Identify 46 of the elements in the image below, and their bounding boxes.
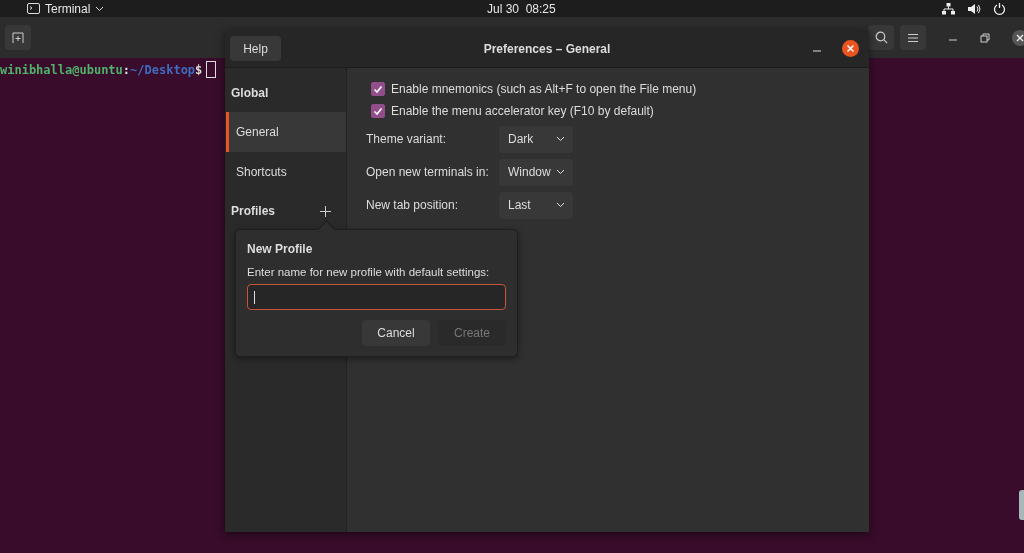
close-icon[interactable] bbox=[1012, 29, 1024, 46]
search-button[interactable] bbox=[868, 25, 894, 50]
checkbox-label: Enable mnemonics (such as Alt+F to open the File menu) bbox=[391, 82, 697, 96]
popover-prompt: Enter name for new profile with default settings: bbox=[247, 266, 491, 278]
close-icon[interactable] bbox=[842, 40, 859, 57]
window-title: Preferences – General bbox=[483, 41, 611, 56]
setting-label: New tab position: bbox=[366, 198, 460, 212]
add-tab-icon[interactable] bbox=[12, 32, 24, 43]
name-input-field[interactable] bbox=[247, 284, 506, 310]
caret-icon[interactable] bbox=[556, 169, 565, 175]
network-icon[interactable] bbox=[942, 2, 955, 15]
menu-icon[interactable] bbox=[907, 32, 919, 43]
caret-icon[interactable] bbox=[556, 202, 565, 208]
dropdown[interactable]: Dark bbox=[499, 125, 573, 153]
checkbox[interactable] bbox=[371, 82, 385, 96]
sidebar-heading: Profiles bbox=[231, 204, 275, 218]
setting-label: Open new terminals in: bbox=[366, 165, 490, 179]
caret-icon[interactable] bbox=[556, 136, 565, 142]
prompt-path: ~/Desktop bbox=[130, 62, 196, 77]
terminal-icon bbox=[27, 3, 40, 14]
clock[interactable]: Jul 30 08:25 bbox=[487, 1, 556, 16]
scrollbar[interactable] bbox=[1019, 490, 1024, 520]
search-icon[interactable] bbox=[874, 31, 888, 44]
dropdown[interactable]: Last bbox=[499, 191, 573, 219]
checkbox[interactable] bbox=[371, 104, 385, 118]
checkbox-label: Enable the menu accelerator key (F10 by default) bbox=[391, 104, 654, 118]
popover-button[interactable]: Cancel bbox=[362, 320, 430, 346]
prompt-separator: : bbox=[122, 62, 131, 77]
sidebar-item[interactable]: General bbox=[226, 112, 346, 152]
volume-icon[interactable] bbox=[967, 2, 981, 15]
text-cursor bbox=[206, 61, 217, 78]
power-icon[interactable] bbox=[993, 2, 1006, 15]
prompt-user: winibhalla@ubuntu bbox=[0, 62, 123, 77]
restore-icon[interactable] bbox=[980, 32, 990, 43]
add-icon[interactable] bbox=[320, 205, 331, 217]
app-menu[interactable]: Terminal bbox=[45, 1, 91, 16]
help-button[interactable]: Help bbox=[230, 36, 281, 61]
new-tab-button[interactable] bbox=[5, 25, 31, 50]
setting-label: Theme variant: bbox=[366, 132, 448, 146]
sidebar-heading: Global bbox=[231, 86, 269, 100]
dropdown[interactable]: Window bbox=[499, 158, 573, 186]
menu-button[interactable] bbox=[900, 25, 926, 50]
caret-icon[interactable] bbox=[95, 5, 105, 12]
prompt-symbol: $ bbox=[195, 62, 203, 77]
sidebar-item[interactable]: Shortcuts bbox=[226, 152, 346, 192]
popover-title: New Profile bbox=[247, 242, 314, 256]
